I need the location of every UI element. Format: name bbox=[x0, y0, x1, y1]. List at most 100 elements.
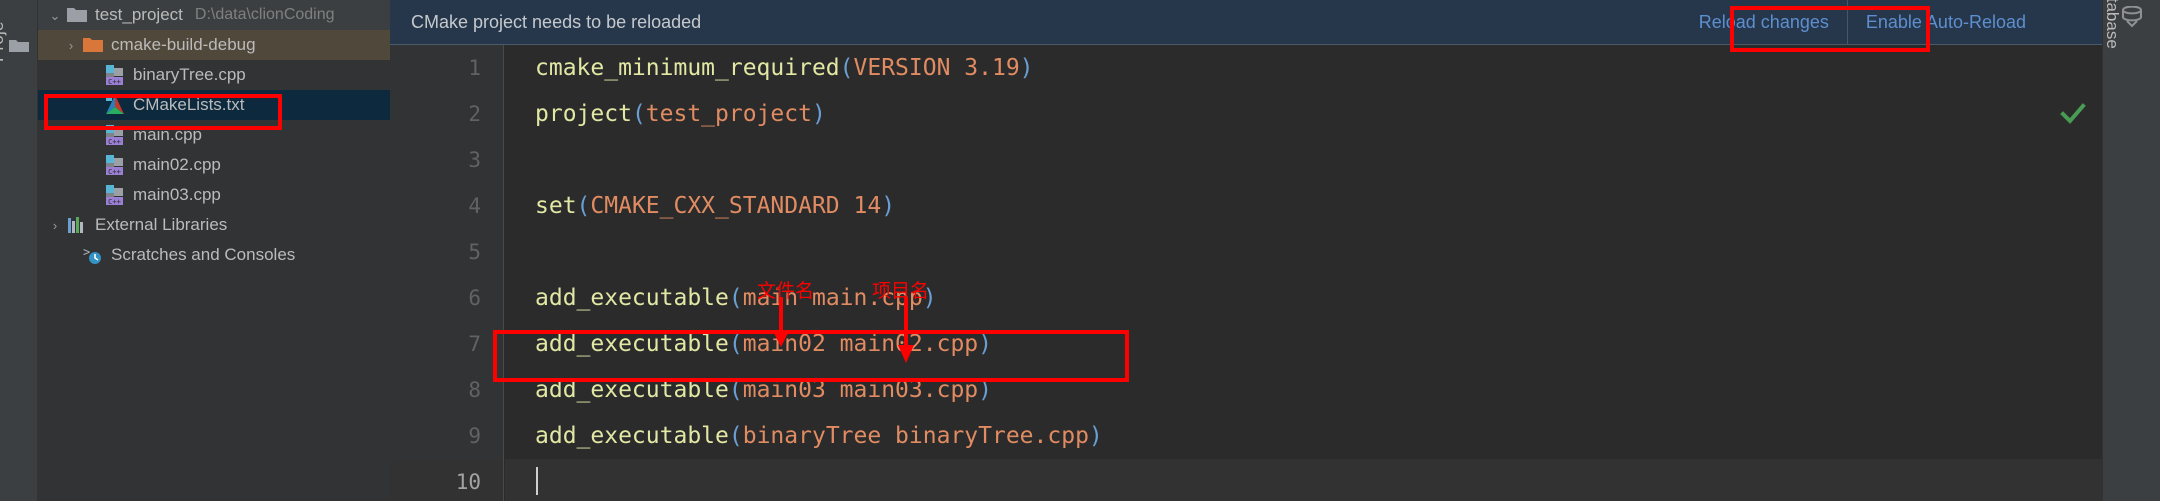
tree-item-label: main03.cpp bbox=[133, 185, 221, 204]
code-token: main main.cpp bbox=[742, 285, 923, 311]
code-token: ( bbox=[631, 101, 646, 127]
code-line[interactable]: add_executable(main03 main03.cpp) bbox=[505, 367, 2102, 413]
cpp-file-icon: C++ bbox=[104, 124, 126, 146]
tree-item-path: D:\data\clionCoding bbox=[194, 6, 335, 23]
clion-ide-window: Proje ⌄ test_project D:\data\clionCoding › c… bbox=[0, 0, 2160, 501]
cmake-file-icon bbox=[106, 95, 124, 114]
tree-row[interactable]: C++ binaryTree.cpp bbox=[38, 60, 390, 90]
code-token: cmake_minimum_required bbox=[535, 55, 840, 81]
line-number: 10 bbox=[390, 459, 503, 501]
tree-row[interactable]: ⌄ test_project D:\data\clionCoding bbox=[38, 0, 390, 30]
tree-item-label: CMakeLists.txt bbox=[133, 95, 245, 114]
code-token: ( bbox=[839, 55, 854, 81]
enable-auto-reload-link[interactable]: Enable Auto-Reload bbox=[1848, 0, 2044, 45]
libraries-icon bbox=[66, 214, 88, 236]
cpp-file-icon: C++ bbox=[104, 184, 126, 206]
code-token: ( bbox=[728, 331, 743, 357]
tree-row[interactable]: CMakeLists.txt bbox=[38, 90, 390, 120]
svg-text:C++: C++ bbox=[108, 138, 121, 146]
cmake-file-icon bbox=[104, 94, 126, 116]
code-token: ) bbox=[978, 377, 992, 403]
code-content[interactable]: cmake_minimum_required(VERSION 3.19) proj… bbox=[505, 45, 2102, 501]
code-token: ( bbox=[728, 377, 743, 403]
line-number: 8 bbox=[468, 378, 481, 402]
code-token: add_executable bbox=[535, 377, 729, 403]
code-line[interactable] bbox=[505, 229, 2102, 275]
green-check-icon[interactable] bbox=[2060, 103, 2086, 125]
libraries-icon bbox=[68, 217, 83, 233]
code-editor[interactable]: 1 2 3 4 5 6 7 8 9 10 cmake_minimum_required(VERSI… bbox=[390, 45, 2102, 501]
code-token: CMAKE_CXX_STANDARD 14 bbox=[590, 193, 882, 219]
code-token: main03 main03.cpp bbox=[742, 377, 979, 403]
cmake-reload-notification: CMake project needs to be reloaded Reloa… bbox=[390, 0, 2102, 45]
code-token: ) bbox=[978, 331, 992, 357]
tree-item-label: binaryTree.cpp bbox=[133, 65, 246, 84]
folder-grey-icon bbox=[67, 8, 87, 22]
code-token: ( bbox=[728, 423, 743, 449]
tree-item-label: main.cpp bbox=[133, 125, 202, 144]
svg-text:C++: C++ bbox=[108, 168, 121, 176]
code-line[interactable]: cmake_minimum_required(VERSION 3.19) bbox=[505, 45, 2102, 91]
tool-tab-database[interactable]: Database bbox=[2102, 0, 2122, 96]
code-token: ( bbox=[576, 193, 591, 219]
code-token: add_executable bbox=[535, 331, 729, 357]
svg-text:C++: C++ bbox=[108, 78, 121, 86]
folder-icon[interactable] bbox=[8, 38, 30, 54]
line-number: 4 bbox=[468, 194, 481, 218]
scratches-icon: > bbox=[82, 244, 104, 266]
code-token: ) bbox=[1019, 55, 1034, 81]
code-token: main02 main02.cpp bbox=[742, 331, 979, 357]
code-token: binaryTree binaryTree.cpp bbox=[742, 423, 1089, 449]
tree-row[interactable]: C++ main.cpp bbox=[38, 120, 390, 150]
tree-row[interactable]: C++ main02.cpp bbox=[38, 150, 390, 180]
cpp-file-icon: C++ bbox=[104, 154, 126, 176]
notification-actions: Reload changes Enable Auto-Reload bbox=[1681, 0, 2044, 45]
line-number: 6 bbox=[468, 286, 481, 310]
cpp-file-icon: C++ bbox=[106, 125, 123, 146]
code-line[interactable] bbox=[505, 137, 2102, 183]
code-line[interactable]: set(CMAKE_CXX_STANDARD 14) bbox=[505, 183, 2102, 229]
editor-area: CMake project needs to be reloaded Reloa… bbox=[390, 0, 2102, 501]
code-token: ) bbox=[1088, 423, 1103, 449]
cpp-file-icon: C++ bbox=[106, 155, 123, 176]
code-line[interactable]: project(test_project) bbox=[505, 91, 2102, 137]
code-token: project bbox=[535, 101, 632, 127]
cpp-file-icon: C++ bbox=[104, 64, 126, 86]
chevron-icon[interactable]: › bbox=[44, 219, 66, 232]
database-icon[interactable] bbox=[2120, 6, 2144, 32]
line-number: 3 bbox=[468, 148, 481, 172]
text-cursor bbox=[536, 467, 538, 495]
reload-changes-link[interactable]: Reload changes bbox=[1681, 0, 1847, 45]
code-line[interactable]: add_executable(main02 main02.cpp) bbox=[505, 321, 2102, 367]
code-token: set bbox=[535, 193, 577, 219]
code-token: add_executable bbox=[535, 285, 729, 311]
line-number-gutter[interactable]: 1 2 3 4 5 6 7 8 9 10 bbox=[390, 45, 504, 501]
tree-row[interactable]: C++ main03.cpp bbox=[38, 180, 390, 210]
chevron-icon[interactable]: › bbox=[60, 39, 82, 52]
tool-tab-project[interactable]: Proje bbox=[0, 2, 8, 62]
code-line[interactable]: add_executable(binaryTree binaryTree.cpp… bbox=[505, 413, 2102, 459]
line-number: 5 bbox=[468, 240, 481, 264]
code-token: ) bbox=[922, 285, 937, 311]
tree-item-label: Scratches and Consoles bbox=[111, 245, 296, 264]
left-tool-strip: Proje bbox=[0, 0, 38, 501]
chevron-icon[interactable]: ⌄ bbox=[44, 9, 66, 22]
cpp-file-icon: C++ bbox=[106, 185, 123, 206]
code-token: ) bbox=[811, 101, 826, 127]
code-token: ) bbox=[881, 193, 896, 219]
line-number: 7 bbox=[468, 332, 481, 356]
code-token: VERSION 3.19 bbox=[853, 55, 1020, 81]
folder-orange-icon bbox=[82, 34, 104, 56]
folder-grey-icon bbox=[66, 4, 88, 26]
notification-message: CMake project needs to be reloaded bbox=[411, 11, 702, 32]
line-number: 1 bbox=[468, 56, 481, 80]
project-tree-panel: ⌄ test_project D:\data\clionCoding › cmake-b… bbox=[38, 0, 390, 501]
code-line[interactable]: add_executable(main main.cpp) bbox=[505, 275, 2102, 321]
code-line[interactable] bbox=[505, 459, 2102, 501]
tree-row[interactable]: › cmake-build-debug bbox=[38, 30, 390, 60]
code-token: test_project bbox=[645, 101, 812, 127]
tree-row[interactable]: > Scratches and Consoles bbox=[38, 240, 390, 270]
tree-item-label: main02.cpp bbox=[133, 155, 221, 174]
tree-row[interactable]: › External Libraries bbox=[38, 210, 390, 240]
right-tool-strip: Database bbox=[2102, 0, 2160, 501]
